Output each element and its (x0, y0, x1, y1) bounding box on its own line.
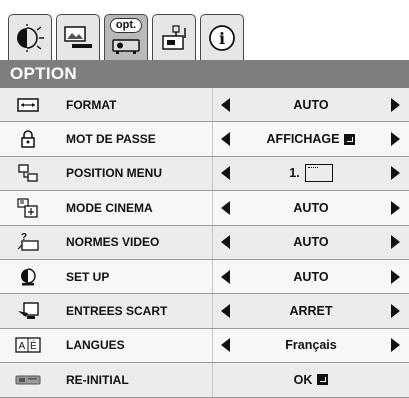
menu-title-bar: OPTION (0, 60, 409, 88)
info-icon: i (208, 24, 236, 52)
menu-row-cinema-mode[interactable]: MODE CINEMA AUTO (0, 191, 409, 226)
setup-level-icon (0, 260, 56, 293)
menu-row-setup[interactable]: SET UP AUTO (0, 259, 409, 295)
language-value: Français (285, 338, 337, 353)
menu-row-video-standard[interactable]: ? NORMES VIDEO AUTO (0, 225, 409, 260)
menu-row-label: MOT DE PASSE (66, 132, 156, 147)
setup-value: AUTO (293, 269, 329, 284)
video-standard-icon: ? (0, 226, 56, 259)
video-standard-selector[interactable]: AUTO (212, 225, 409, 259)
tab-info[interactable]: i (200, 14, 244, 60)
menu-position-selector[interactable]: 1. (212, 156, 409, 191)
enter-icon (317, 374, 329, 386)
tab-picture[interactable] (8, 14, 52, 60)
arrow-left-icon[interactable] (221, 132, 231, 147)
language-icon: AÉ (0, 329, 56, 362)
reset-value: OK (293, 372, 313, 387)
tab-installation[interactable] (152, 14, 196, 60)
arrow-right-icon[interactable] (391, 166, 401, 181)
arrow-left-icon[interactable] (221, 304, 231, 319)
projector-osd-menu: opt. i OPTION FORMAT AUTO MOT DE PASSE A… (0, 0, 409, 398)
scart-input-selector[interactable]: ARRET (212, 294, 409, 328)
language-selector[interactable]: Français (212, 328, 409, 363)
svg-text:i: i (219, 29, 225, 48)
option-menu-list: FORMAT AUTO MOT DE PASSE AFFICHAGE POSIT… (0, 88, 409, 398)
menu-row-reset[interactable]: RE-INITIAL OK (0, 363, 409, 398)
installation-icon (159, 24, 189, 52)
image-adjust-icon (62, 24, 94, 52)
arrow-left-icon[interactable] (221, 235, 231, 250)
option-tab-label: opt. (109, 18, 143, 33)
svg-text:A: A (19, 341, 26, 352)
menu-row-label: SET UP (66, 269, 110, 284)
arrow-right-icon[interactable] (391, 304, 401, 319)
menu-row-label: NORMES VIDEO (66, 235, 160, 250)
cinema-mode-icon (0, 191, 56, 224)
cinema-mode-selector[interactable]: AUTO (212, 191, 409, 225)
menu-row-scart-input[interactable]: ENTREES SCART ARRET (0, 294, 409, 329)
menu-row-label: RE-INITIAL (66, 372, 129, 387)
menu-row-label: ENTREES SCART (66, 304, 168, 319)
tab-image[interactable] (56, 14, 100, 60)
format-value: AUTO (293, 97, 329, 112)
setup-selector[interactable]: AUTO (212, 259, 409, 294)
arrow-left-icon[interactable] (221, 200, 231, 215)
format-selector[interactable]: AUTO (212, 88, 409, 122)
arrow-spacer (391, 373, 401, 387)
screen-position-icon (304, 164, 333, 183)
menu-row-language[interactable]: AÉ LANGUES Français (0, 328, 409, 364)
arrow-right-icon[interactable] (391, 338, 401, 353)
arrow-left-icon[interactable] (221, 166, 231, 181)
menu-tabs: opt. i (8, 14, 244, 60)
cinema-mode-value: AUTO (293, 200, 329, 215)
arrow-right-icon[interactable] (391, 235, 401, 250)
password-value: AFFICHAGE (266, 132, 340, 147)
arrow-left-icon[interactable] (221, 97, 231, 112)
arrow-right-icon[interactable] (391, 97, 401, 112)
brightness-icon (15, 23, 45, 52)
menu-row-menu-position[interactable]: POSITION MENU 1. (0, 156, 409, 192)
scart-input-value: ARRET (289, 304, 333, 319)
menu-row-label: MODE CINEMA (66, 200, 153, 215)
arrow-left-icon[interactable] (221, 338, 231, 353)
scart-input-icon (0, 294, 56, 327)
password-selector[interactable]: AFFICHAGE (212, 122, 409, 156)
svg-text:É: É (30, 339, 37, 352)
lock-icon (0, 122, 56, 155)
arrow-right-icon[interactable] (391, 200, 401, 215)
tab-option[interactable]: opt. (104, 14, 148, 60)
menu-row-label: LANGUES (66, 338, 125, 353)
projector-option-icon (111, 37, 141, 55)
arrow-left-icon[interactable] (221, 269, 231, 284)
menu-row-label: FORMAT (66, 97, 117, 112)
arrow-spacer (221, 373, 231, 387)
enter-icon (344, 133, 356, 145)
aspect-ratio-icon (0, 88, 56, 121)
arrow-right-icon[interactable] (391, 269, 401, 284)
menu-title: OPTION (10, 64, 77, 83)
arrow-right-icon[interactable] (391, 132, 401, 147)
menu-position-icon (0, 157, 56, 190)
menu-row-label: POSITION MENU (66, 166, 163, 181)
reset-selector[interactable]: OK (212, 363, 409, 397)
reset-icon (0, 363, 56, 396)
menu-row-format[interactable]: FORMAT AUTO (0, 88, 409, 123)
menu-position-value: 1. (289, 166, 300, 181)
video-standard-value: AUTO (293, 235, 329, 250)
menu-row-password[interactable]: MOT DE PASSE AFFICHAGE (0, 122, 409, 157)
